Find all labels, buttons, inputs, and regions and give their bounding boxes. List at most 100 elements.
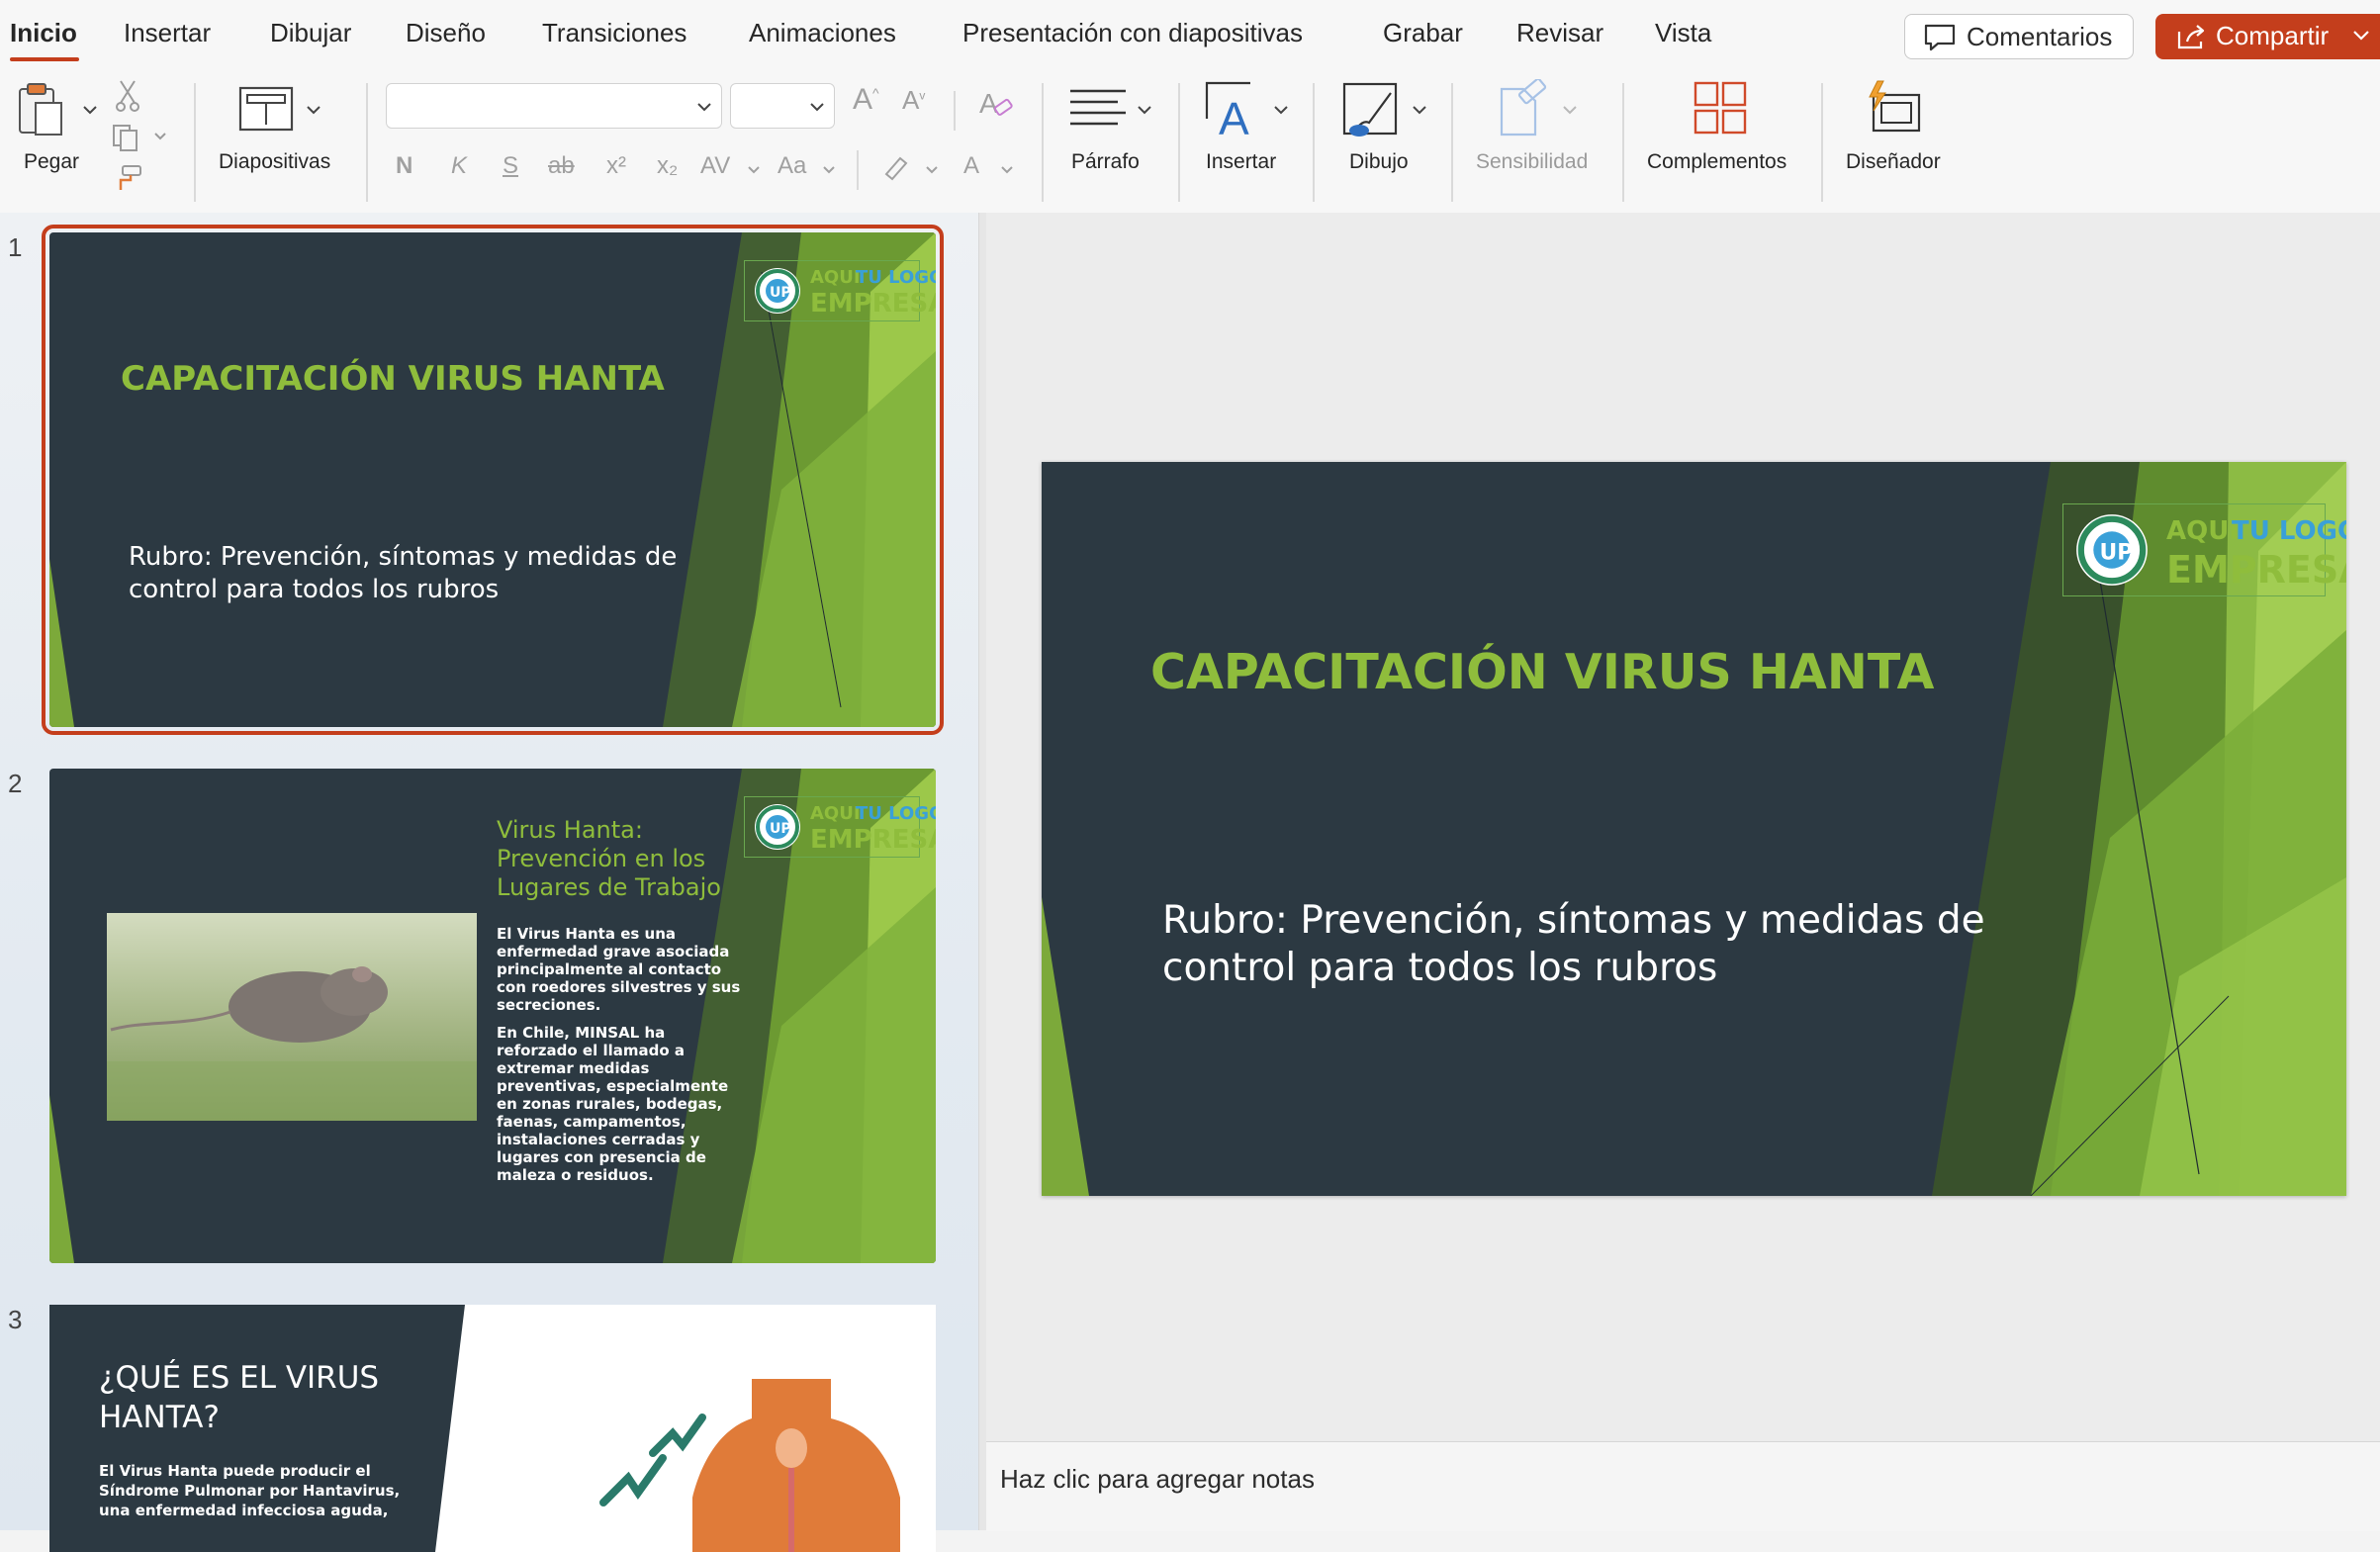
share-label: Compartir — [2216, 21, 2330, 50]
subscript-button[interactable]: x₂ — [657, 152, 678, 180]
ribbon-separator — [194, 83, 196, 202]
company-logo: UP AQUI TU LOGO EMPRESA — [2062, 503, 2346, 596]
new-slide-icon[interactable] — [237, 85, 295, 133]
chevron-down-icon[interactable] — [746, 162, 762, 178]
body-line: en zonas rurales, bodegas, — [497, 1095, 723, 1113]
comment-icon — [1924, 24, 1956, 51]
chevron-down-icon[interactable] — [695, 98, 713, 116]
draw-label[interactable]: Dibujo — [1349, 150, 1409, 174]
superscript-button[interactable]: x² — [606, 152, 626, 180]
tab-transiciones[interactable]: Transiciones — [542, 18, 687, 48]
ribbon-toolbar: Pegar Diapositivas A^ Av A N K S ab x² x… — [0, 71, 2380, 214]
chevron-down-icon[interactable] — [2350, 24, 2372, 46]
title-line: Prevención en los — [497, 845, 706, 872]
tab-inicio[interactable]: Inicio — [10, 18, 77, 48]
tab-dibujar[interactable]: Dibujar — [270, 18, 351, 48]
logo-text: TU LOGO — [2232, 516, 2346, 546]
chevron-down-icon[interactable] — [821, 162, 837, 178]
slide-thumbnail-2[interactable]: UP AQUI TU LOGO EMPRESA Virus Hanta: Pre… — [49, 769, 936, 1263]
sensitivity-label: Sensibilidad — [1476, 150, 1589, 173]
slide-title: CAPACITACIÓN VIRUS HANTA — [121, 359, 665, 399]
chevron-down-icon[interactable] — [1272, 101, 1290, 119]
share-button[interactable]: Compartir — [2155, 14, 2380, 59]
highlight-icon[interactable] — [880, 152, 914, 182]
body-line: lugares con presencia de — [497, 1148, 706, 1166]
company-logo: UP AQUI TU LOGO EMPRESA — [744, 796, 936, 858]
comments-button[interactable]: Comentarios — [1904, 14, 2134, 59]
paragraph-label[interactable]: Párrafo — [1071, 150, 1140, 174]
subtitle-line: control para todos los rubros — [129, 575, 500, 604]
notes-placeholder[interactable]: Haz clic para agregar notas — [1000, 1464, 1315, 1495]
paste-label[interactable]: Pegar — [24, 150, 79, 174]
logo-text: AQUI — [2166, 516, 2240, 546]
font-name-combo[interactable] — [386, 83, 722, 129]
chevron-down-icon[interactable] — [808, 98, 826, 116]
slide-number: 1 — [8, 232, 23, 262]
character-spacing-button[interactable]: AV — [700, 152, 730, 180]
increase-font-icon[interactable]: A^ — [853, 83, 879, 117]
tab-vista[interactable]: Vista — [1655, 18, 1711, 48]
chevron-down-icon[interactable] — [1136, 101, 1153, 119]
company-logo: UP AQUI TU LOGO EMPRESA — [744, 260, 936, 321]
tab-insertar[interactable]: Insertar — [124, 18, 211, 48]
ribbon-separator — [857, 150, 859, 190]
body-line: En Chile, MINSAL ha — [497, 1024, 666, 1042]
paste-icon[interactable] — [16, 81, 69, 138]
chevron-down-icon[interactable] — [1411, 101, 1428, 119]
decrease-font-icon[interactable]: Av — [902, 85, 925, 116]
designer-label[interactable]: Diseñador — [1846, 150, 1941, 174]
svg-text:UP: UP — [770, 285, 791, 301]
slide-subtitle[interactable]: Rubro: Prevención, síntomas y medidas de… — [1162, 897, 1985, 992]
cut-icon[interactable] — [115, 79, 140, 113]
slide-thumbnails-pane[interactable]: 1 2 3 UP AQUI TU LOGO EMPRESA CAPACITACI… — [0, 213, 978, 1552]
slide-number: 3 — [8, 1305, 23, 1334]
tab-diseno[interactable]: Diseño — [406, 18, 486, 48]
active-tab-indicator — [10, 57, 79, 61]
slide-subtitle: Rubro: Prevención, síntomas y medidas de… — [129, 541, 677, 606]
logo-text: AQUI — [810, 267, 861, 288]
italic-button[interactable]: K — [451, 152, 467, 180]
tab-grabar[interactable]: Grabar — [1383, 18, 1463, 48]
svg-text:UP: UP — [2100, 540, 2134, 565]
body-line: instalaciones cerradas y — [497, 1131, 700, 1148]
insert-text-box-icon[interactable]: A — [1203, 79, 1262, 140]
sensitivity-icon — [1500, 79, 1547, 137]
drawing-icon[interactable] — [1341, 81, 1403, 142]
comments-label: Comentarios — [1967, 22, 2113, 51]
addins-label[interactable]: Complementos — [1647, 150, 1786, 174]
chevron-down-icon[interactable] — [305, 101, 322, 119]
current-slide[interactable]: UP AQUI TU LOGO EMPRESA CAPACITACIÓN VIR… — [1042, 462, 2346, 1196]
underline-button[interactable]: S — [503, 152, 518, 180]
font-size-combo[interactable] — [730, 83, 835, 129]
notes-pane[interactable]: Haz clic para agregar notas — [986, 1441, 2380, 1531]
slides-label[interactable]: Diapositivas — [219, 150, 330, 174]
slide-thumbnail-3[interactable]: ¿QUÉ ES EL VIRUS HANTA? El Virus Hanta p… — [49, 1305, 936, 1552]
body-line: una enfermedad infecciosa aguda, — [99, 1502, 389, 1519]
ribbon-separator — [1622, 83, 1624, 202]
change-case-button[interactable]: Aa — [778, 152, 806, 180]
clear-formatting-icon[interactable]: A — [977, 85, 1015, 121]
chevron-down-icon[interactable] — [999, 162, 1015, 178]
strikethrough-button[interactable]: ab — [548, 152, 575, 180]
tab-revisar[interactable]: Revisar — [1516, 18, 1603, 48]
ribbon-separator — [366, 83, 368, 202]
logo-emblem-icon: UP — [755, 804, 800, 850]
slide-title[interactable]: CAPACITACIÓN VIRUS HANTA — [1150, 644, 1934, 700]
addins-icon[interactable] — [1692, 79, 1751, 138]
tab-presentacion[interactable]: Presentación con diapositivas — [962, 18, 1303, 48]
logo-text: AQUI — [810, 803, 861, 824]
format-painter-icon[interactable] — [113, 164, 144, 192]
font-color-button[interactable]: A — [963, 152, 979, 180]
paragraph-icon[interactable] — [1068, 87, 1128, 131]
tab-animaciones[interactable]: Animaciones — [749, 18, 896, 48]
copy-icon[interactable] — [111, 123, 142, 152]
title-line: Lugares de Trabajo — [497, 873, 721, 901]
insert-label[interactable]: Insertar — [1206, 150, 1276, 174]
bold-button[interactable]: N — [396, 152, 412, 180]
chevron-down-icon[interactable] — [152, 129, 168, 144]
designer-icon[interactable] — [1864, 79, 1925, 137]
slide-editor-canvas[interactable]: UP AQUI TU LOGO EMPRESA CAPACITACIÓN VIR… — [986, 213, 2380, 1441]
slide-thumbnail-1[interactable]: UP AQUI TU LOGO EMPRESA CAPACITACIÓN VIR… — [42, 225, 944, 735]
chevron-down-icon[interactable] — [81, 101, 99, 119]
chevron-down-icon[interactable] — [924, 162, 940, 178]
